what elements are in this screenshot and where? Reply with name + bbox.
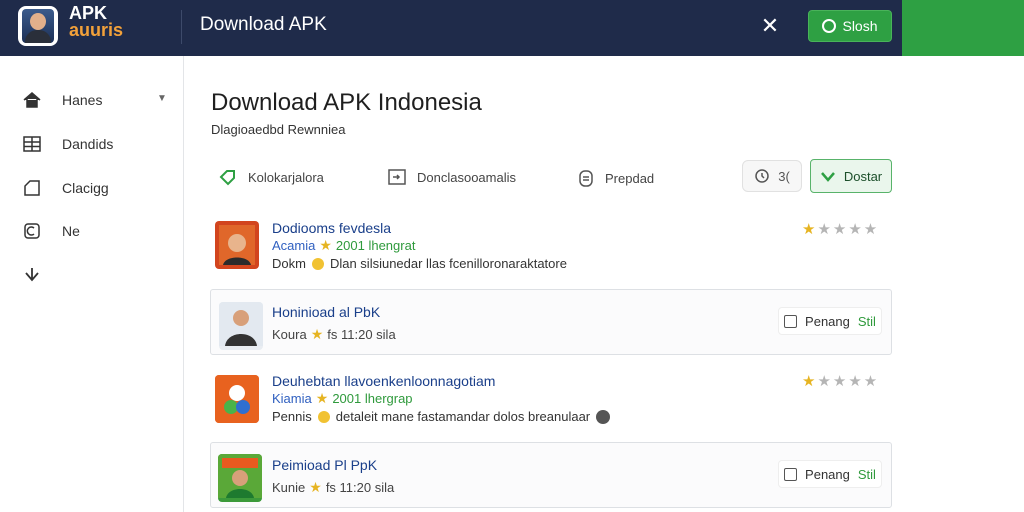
app-name[interactable]: Dodiooms fevdesla [272,220,391,236]
sidebar: Hanes ▼ Dandids Clacigg Ne [0,56,184,512]
list-item[interactable]: Dodiooms fevdesla Acamia ★ 2001 lhengrat… [210,214,892,278]
sidebar-item-ne[interactable]: Ne [22,219,80,243]
sidebar-item-dandids[interactable]: Dandids [22,132,113,156]
header-divider [181,10,182,44]
login-icon [388,169,406,185]
filter-prepdad[interactable]: Prepdad [577,168,654,188]
list-item[interactable]: Deuhebtan llavoenkenloonnagotiam Kiamia … [210,366,892,430]
star-icon: ★ [315,390,329,406]
dostar-button[interactable]: Dostar [810,159,892,193]
app-desc-text: Dlan silsiunedar llas fcenilloronaraktat… [329,256,567,271]
close-icon[interactable]: ✕ [758,14,782,38]
app-description: Pennis detaleit mane fastamandar dolos b… [272,409,611,424]
sidebar-item-label: Ne [62,223,80,239]
badge-icon [311,257,324,270]
clock-icon [755,169,769,183]
circle-icon [822,19,837,33]
star-icon: ★ [309,479,322,495]
app-thumbnail [215,221,259,269]
clipboard-icon [579,170,593,187]
download-icon [22,264,42,284]
app-thumbnail [215,375,259,423]
app-description: Dokm Dlan silsiunedar llas fcenilloronar… [272,256,567,271]
app-desc-text: detaleit mane fastamandar dolos breanula… [335,409,591,424]
app-name[interactable]: Deuhebtan llavoenkenloonnagotiam [272,373,495,389]
sidebar-item-hanes[interactable]: Hanes [22,88,102,112]
penang-green-label: Stil [857,313,876,329]
penang-label: Penang [805,466,850,482]
app-meta: Kunie ★ fs 11:20 sila [272,479,394,496]
filter-label: Donclasooamalis [417,169,516,185]
app-desc-prefix: Dokm [272,256,306,271]
app-logo[interactable] [18,6,58,46]
dostar-label: Dostar [843,168,883,184]
page-title: Download APK Indonesia [211,89,482,116]
home-icon [22,90,42,110]
app-desc-prefix: Pennis [272,409,312,424]
list-item[interactable]: Honinioad al PbK Koura ★ fs 11:20 sila P… [210,289,892,355]
penang-button[interactable]: Penang Stil [778,307,882,335]
app-thumbnail [218,454,262,502]
sidebar-item-label: Clacigg [62,180,109,196]
refresh-icon [22,221,42,241]
sidebar-item-label: Hanes [62,92,103,108]
check-icon [820,172,835,182]
app-thumbnail [219,302,263,350]
brand-line2: auuris [69,20,124,40]
star-icon: ★ [319,237,332,253]
tag-icon [219,170,235,186]
sidebar-item-download[interactable] [22,262,42,286]
sidebar-item-label: Dandids [62,136,114,152]
filter-bar: Kolokarjalora Donclasooamalis Prepdad 3(… [184,159,1024,196]
header-action-label: Slosh [842,18,878,34]
list-item[interactable]: Peimioad Pl PpK Kunie ★ fs 11:20 sila Pe… [210,442,892,508]
app-rating-text: 2001 lhergrap [332,391,413,406]
history-chip-label: 3( [778,168,790,184]
app-author: Acamia [272,238,316,253]
square-icon [784,467,798,481]
penang-label: Penang [805,313,850,329]
star-rating: ★★★★★ [802,221,880,238]
filter-label: Prepdad [605,170,655,186]
header-action-button[interactable]: Slosh [808,10,892,42]
app-author: Kiamia [272,391,312,406]
page-subtitle: Dlagioaedbd Rewnniea [211,122,346,137]
main-content: Download APK Indonesia Dlagioaedbd Rewnn… [184,56,1024,512]
badge-icon [317,410,330,423]
app-meta: Acamia ★ 2001 lhengrat [272,237,415,254]
app-rating-text: fs 11:20 sila [325,480,395,495]
filter-donclasooamalis[interactable]: Donclasooamalis [387,168,516,186]
app-meta: Kiamia ★ 2001 lhergrap [272,390,413,407]
star-rating: ★★★★★ [802,373,880,390]
app-author: Koura [272,327,307,342]
header-accent [902,0,1024,56]
header-title: Download APK [200,14,327,35]
star-icon: ★ [310,326,324,342]
app-name[interactable]: Honinioad al PbK [272,304,380,320]
folder-icon [22,178,42,198]
logo-avatar-icon [22,9,54,43]
app-name[interactable]: Peimioad Pl PpK [272,457,377,473]
filter-kolokarjalora[interactable]: Kolokarjalora [218,168,324,186]
grid-icon [22,134,42,154]
top-bar: APK auuris Download APK ✕ Slosh [0,0,1024,56]
sidebar-item-clacigg[interactable]: Clacigg [22,176,109,200]
app-rating-text: 2001 lhengrat [335,238,416,253]
history-chip[interactable]: 3( [742,160,802,192]
settings-icon[interactable] [596,409,611,424]
app-author: Kunie [272,480,306,495]
penang-green-label: Stil [857,466,876,482]
penang-button[interactable]: Penang Stil [778,460,882,488]
app-meta: Koura ★ fs 11:20 sila [272,326,396,343]
square-icon [784,314,798,328]
chevron-down-icon[interactable]: ▼ [157,93,167,104]
app-rating-text: fs 11:20 sila [327,327,396,342]
filter-label: Kolokarjalora [248,169,324,185]
brand-name: APK auuris [69,4,124,40]
